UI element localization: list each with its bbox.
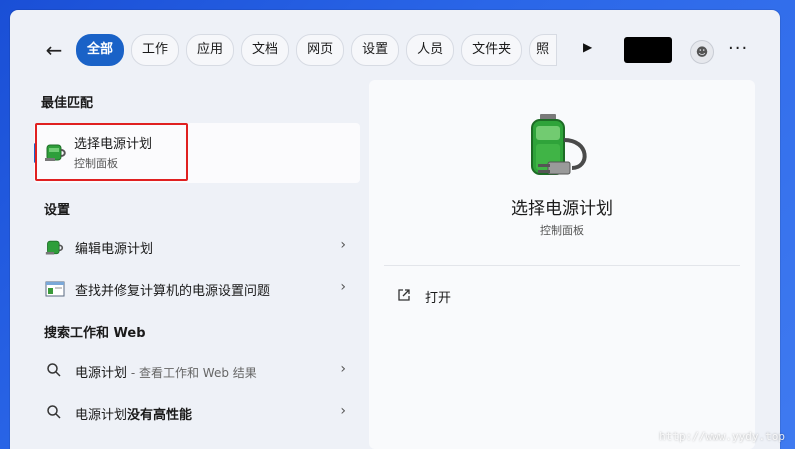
tab-people[interactable]: 人员 [406,34,455,66]
list-item[interactable]: 电源计划 - 查看工作和 Web 结果 › [34,351,360,391]
list-item-label: 电源计划没有高性能 [75,404,192,423]
list-item-label: 电源计划 - 查看工作和 Web 结果 [75,362,257,381]
back-arrow-icon[interactable]: ← [40,38,68,62]
list-item-label: 查找并修复计算机的电源设置问题 [75,284,271,299]
web-search-heading: 搜索工作和 Web [44,326,146,341]
search-icon [47,405,61,419]
tab-photos[interactable]: 照 [529,34,558,66]
filter-tabs: 全部 工作 应用 文档 网页 设置 人员 文件夹 照 [76,34,558,66]
chevron-right-icon: › [340,237,346,253]
list-item[interactable]: 电源计划没有高性能 › [34,393,360,433]
tab-apps[interactable]: 应用 [186,34,235,66]
filter-bar: ← 全部 工作 应用 文档 网页 设置 人员 文件夹 照 ▶ ☻ ··· [10,10,780,90]
open-action[interactable]: 打开 [397,286,517,310]
list-item-label: 编辑电源计划 [75,242,154,257]
search-icon [47,363,61,377]
list-item[interactable]: 编辑电源计划 › [34,227,360,267]
tab-documents[interactable]: 文档 [241,34,290,66]
detail-subtitle: 控制面板 [540,224,584,237]
more-options-icon[interactable]: ··· [728,38,748,59]
open-external-icon [398,289,410,301]
query-text: 电源计划 [75,408,128,423]
power-plan-icon [45,240,64,255]
chevron-right-icon: › [340,403,346,419]
tab-settings[interactable]: 设置 [351,34,400,66]
detail-divider [384,265,740,266]
power-plan-large-icon [531,114,587,175]
scroll-tabs-icon[interactable]: ▶ [583,40,592,54]
highlight-annotation-box [35,123,188,181]
open-action-label: 打开 [425,291,452,306]
tab-folders[interactable]: 文件夹 [461,34,523,66]
query-text: 电源计划 [75,366,128,381]
search-panel: ← 全部 工作 应用 文档 网页 设置 人员 文件夹 照 ▶ ☻ ··· 最佳匹… [10,10,780,449]
settings-heading: 设置 [44,203,71,218]
tab-work[interactable]: 工作 [131,34,180,66]
query-suffix: - 查看工作和 Web 结果 [127,366,257,380]
detail-title: 选择电源计划 [511,199,613,219]
detail-pane: 选择电源计划 控制面板 打开 [369,80,755,449]
list-item[interactable]: 查找并修复计算机的电源设置问题 › [34,269,360,309]
watermark: http://www.yydy.top [659,430,785,443]
troubleshoot-icon [45,281,65,297]
avatar-icon[interactable]: ☻ [690,40,714,64]
redacted-account-area [624,37,672,63]
query-completion: 没有高性能 [127,408,193,423]
tab-web[interactable]: 网页 [296,34,345,66]
chevron-right-icon: › [340,279,346,295]
chevron-right-icon: › [340,361,346,377]
best-match-heading: 最佳匹配 [41,96,94,111]
tab-all[interactable]: 全部 [76,34,125,66]
